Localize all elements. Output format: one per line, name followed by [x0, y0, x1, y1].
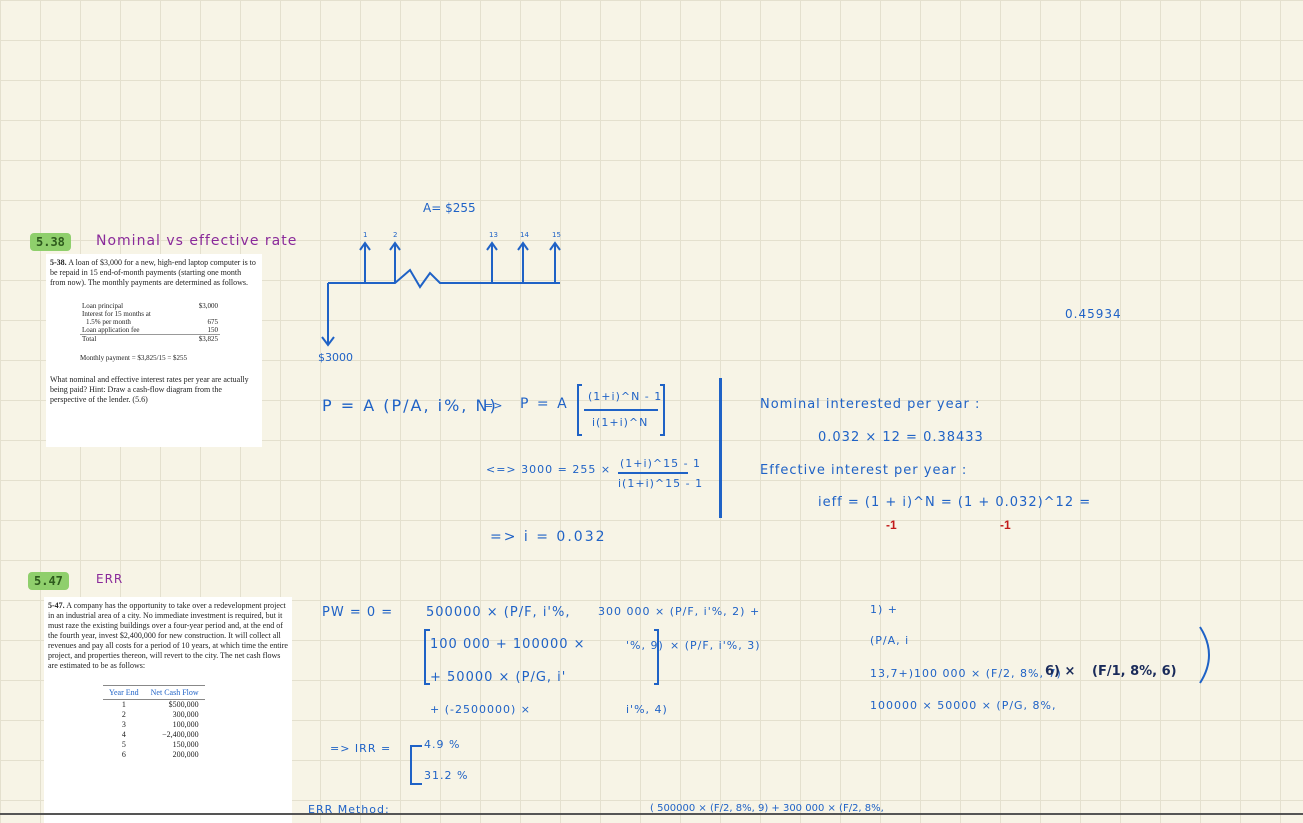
loan-table: Loan principal $3,000 Interest for 15 mont…: [80, 302, 220, 343]
loan-table-row: 1.5% per month 675: [80, 318, 220, 326]
problem-card-538: 5-38. A loan of $3,000 for a new, high-e…: [46, 254, 262, 447]
period-label: 15: [552, 231, 561, 239]
loan-row-label: Loan principal: [82, 302, 124, 310]
topic-title-547: ERR: [96, 572, 124, 586]
eq2-prefix: <=> 3000 = 255 ×: [486, 463, 612, 476]
period-label: 1: [363, 231, 367, 239]
stray-number: 0.45934: [1065, 307, 1122, 321]
year-cell: 4: [121, 730, 126, 739]
topic-title-538: Nominal vs effective rate: [96, 233, 298, 249]
eq2-den: i(1+i)^15 - 1: [618, 477, 704, 490]
year-cell: 3: [121, 720, 126, 729]
monthly-payment: Monthly payment = $3,825/15 = $255: [80, 354, 188, 362]
cash-flow-table: Year End Net Cash Flow 1 $500,000 2 300,000…: [103, 685, 205, 760]
table-row: 2 300,000: [103, 710, 205, 720]
flow-cell: 100,000: [172, 720, 199, 729]
minus-one-b: -1: [1000, 518, 1011, 532]
table-row: 4 −2,400,000: [103, 730, 205, 740]
loan-row-value: $3,000: [198, 302, 218, 310]
problem-question-538: What nominal and effective interest rate…: [50, 375, 249, 404]
irr-label: => IRR =: [330, 742, 392, 755]
loan-row-value: $3,825: [186, 334, 220, 343]
term-3: 100 000 + 100000 ×: [430, 637, 586, 652]
right-4: 100000 × 50000 × (P/G, 8%,: [870, 699, 1057, 712]
nominal-calc: 0.032 × 12 = 0.38433: [818, 430, 984, 445]
right-1: 1) +: [870, 603, 899, 616]
eq1-arrow: =>: [484, 399, 503, 412]
loan-table-row: Total $3,825: [80, 334, 220, 343]
period-label: 2: [393, 231, 397, 239]
eq1-num: (1+i)^N - 1: [588, 390, 663, 403]
term-4: '%, 9): [626, 639, 664, 652]
effective-calc: ieff = (1 + i)^N = (1 + 0.032)^12 =: [818, 495, 1092, 510]
eq2-num: (1+i)^15 - 1: [620, 457, 702, 470]
table-row: 3 100,000: [103, 720, 205, 730]
col-year-end: Year End: [103, 685, 145, 700]
flow-cell: 150,000: [172, 740, 199, 749]
cash-flow-diagram: A= $255 1 2 13 14 15 $3000: [318, 201, 561, 364]
loan-row-value: 150: [207, 326, 219, 334]
right-2: (P/A, i: [870, 634, 910, 647]
pw-label: PW = 0 =: [322, 605, 394, 620]
problem-text-547: 5-47. A company has the opportunity to t…: [48, 601, 288, 670]
table-row: 6 200,000: [103, 750, 205, 760]
outflow-label: $3000: [318, 351, 353, 364]
irr-value-2: 31.2 %: [424, 769, 469, 782]
loan-table-row: Loan principal $3,000: [80, 302, 220, 310]
divider-line: [719, 378, 722, 518]
eq1-den: i(1+i)^N: [592, 416, 649, 429]
table-row: 5 150,000: [103, 740, 205, 750]
right-paren: [1199, 626, 1210, 684]
term-6: + 50000 × (P/G, i': [430, 670, 567, 685]
eq1-right-p: P = A: [520, 396, 569, 412]
irr-bracket: [410, 745, 422, 785]
problem-card-547: 5-47. A company has the opportunity to t…: [44, 597, 292, 823]
term-8: i'%, 4): [626, 703, 668, 716]
loan-row-value: 675: [207, 318, 219, 326]
term-1: 500000 × (P/F, i'%,: [426, 605, 571, 620]
problem-badge-538: 5.38: [30, 233, 71, 251]
problem-text-538: 5-38. A loan of $3,000 for a new, high-e…: [50, 258, 256, 287]
term-2: 300 000 × (P/F, i'%, 2) +: [598, 605, 761, 618]
nominal-title: Nominal interested per year :: [760, 397, 981, 412]
loan-row-label: Total: [80, 334, 187, 343]
term-5: × (P/F, i'%, 3): [670, 639, 761, 652]
irr-value-1: 4.9 %: [424, 738, 461, 751]
flow-cell: 300,000: [172, 710, 199, 719]
year-cell: 6: [121, 750, 126, 759]
year-cell: 2: [121, 710, 126, 719]
table-row: 1 $500,000: [103, 700, 205, 711]
eq3-result: => i = 0.032: [490, 529, 607, 545]
annuity-label: A= $255: [423, 201, 476, 215]
loan-table-row: Interest for 15 months at: [80, 310, 220, 318]
loan-row-label: 1.5% per month: [86, 318, 131, 326]
right-3c: (F/1, 8%, 6): [1092, 664, 1177, 679]
minus-one-a: -1: [886, 518, 897, 532]
right-3: 13,7+)100 000 × (F/2, 8%, 7): [870, 667, 1062, 680]
effective-title: Effective interest per year :: [760, 463, 968, 478]
flow-cell: $500,000: [168, 700, 199, 709]
loan-row-value: [186, 310, 220, 318]
flow-cell: 200,000: [172, 750, 199, 759]
year-cell: 5: [121, 740, 126, 749]
period-label: 13: [489, 231, 498, 239]
right-3b: 6) ×: [1045, 664, 1076, 679]
year-cell: 1: [121, 700, 126, 709]
problem-badge-547: 5.47: [28, 572, 69, 590]
loan-row-label: Interest for 15 months at: [82, 310, 151, 318]
col-net-cash-flow: Net Cash Flow: [144, 685, 205, 700]
eq1-left: P = A (P/A, i%, N): [322, 396, 498, 415]
period-label: 14: [520, 231, 529, 239]
eq2-fraction-line: [618, 472, 688, 474]
loan-row-label: Loan application fee: [82, 326, 140, 334]
term-7: + (-2500000) ×: [430, 703, 531, 716]
flow-cell: −2,400,000: [162, 730, 199, 739]
loan-table-row: Loan application fee 150: [80, 326, 220, 335]
